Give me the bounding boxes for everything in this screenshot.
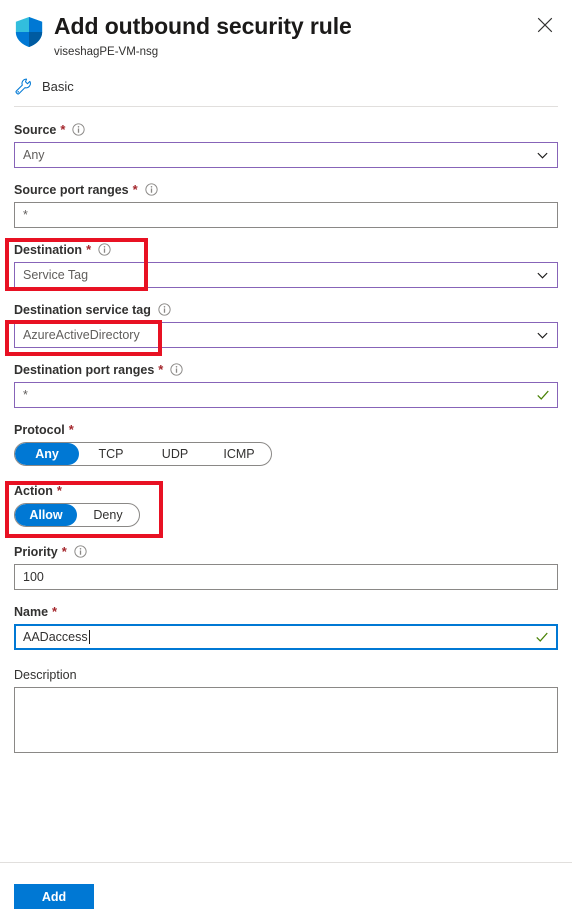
protocol-option-udp[interactable]: UDP [143, 443, 207, 465]
required-marker: * [68, 421, 74, 437]
chevron-down-icon [536, 329, 549, 342]
required-marker: * [132, 181, 138, 197]
page-subtitle: viseshagPE-VM-nsg [54, 46, 159, 58]
info-icon[interactable] [158, 303, 171, 316]
source-port-ranges-label-row: Source port ranges * [14, 181, 558, 198]
required-marker: * [60, 121, 66, 137]
required-marker: * [86, 241, 92, 257]
title-row: Add outbound security rule viseshagPE-VM… [14, 12, 558, 59]
title-block: Add outbound security rule viseshagPE-VM… [54, 12, 352, 59]
destination-dropdown[interactable]: Service Tag [14, 262, 558, 288]
destination-port-ranges-label-row: Destination port ranges * [14, 361, 558, 378]
checkmark-icon [536, 388, 550, 402]
source-port-ranges-input[interactable]: * [14, 202, 558, 228]
source-value: Any [23, 148, 45, 162]
add-button[interactable]: Add [14, 884, 94, 909]
source-port-ranges-value: * [23, 208, 28, 222]
required-marker: * [158, 361, 164, 377]
destination-port-ranges-input[interactable]: * [14, 382, 558, 408]
name-label-row: Name * [14, 603, 558, 620]
destination-label: Destination [14, 242, 83, 257]
source-port-ranges-label: Source port ranges [14, 182, 129, 197]
footer-divider [0, 862, 572, 863]
field-destination-port-ranges: Destination port ranges * * [14, 361, 558, 408]
priority-label-row: Priority * [14, 543, 558, 560]
field-priority: Priority * 100 [14, 543, 558, 590]
destination-service-tag-value: AzureActiveDirectory [23, 328, 140, 342]
info-icon[interactable] [98, 243, 111, 256]
priority-input[interactable]: 100 [14, 564, 558, 590]
chevron-down-icon [536, 269, 549, 282]
destination-service-tag-label-row: Destination service tag [14, 301, 558, 318]
protocol-option-tcp[interactable]: TCP [79, 443, 143, 465]
source-label: Source [14, 122, 57, 137]
info-icon[interactable] [170, 363, 183, 376]
required-marker: * [52, 603, 58, 619]
info-icon[interactable] [72, 123, 86, 136]
description-label: Description [14, 667, 77, 682]
destination-value: Service Tag [23, 268, 89, 282]
protocol-label-row: Protocol * [14, 421, 558, 438]
field-source: Source * Any [14, 121, 558, 168]
field-protocol: Protocol * Any TCP UDP ICMP [14, 421, 558, 466]
name-label: Name [14, 604, 49, 619]
destination-service-tag-dropdown[interactable]: AzureActiveDirectory [14, 322, 558, 348]
close-button[interactable] [532, 12, 558, 38]
info-icon[interactable] [145, 183, 158, 196]
source-label-row: Source * [14, 121, 558, 138]
name-input[interactable]: AADaccess [14, 624, 558, 650]
info-icon[interactable] [74, 545, 87, 558]
checkmark-icon [535, 630, 549, 644]
priority-label: Priority [14, 544, 58, 559]
action-option-allow[interactable]: Allow [15, 504, 77, 526]
destination-port-ranges-value: * [23, 388, 28, 402]
page-title: Add outbound security rule [54, 13, 352, 39]
action-label: Action [14, 483, 53, 498]
protocol-option-any[interactable]: Any [15, 443, 79, 465]
basic-tab[interactable]: Basic [14, 75, 100, 97]
action-label-row: Action * [14, 482, 558, 499]
field-destination: Destination * Service Tag [14, 241, 558, 288]
priority-value: 100 [23, 570, 44, 584]
close-icon [537, 17, 553, 33]
description-textarea[interactable] [14, 687, 558, 753]
security-rule-form: Source * Any Source port ranges * * Dest… [0, 121, 572, 753]
name-value: AADaccess [23, 630, 88, 644]
field-name: Name * AADaccess [14, 603, 558, 650]
field-source-port-ranges: Source port ranges * * [14, 181, 558, 228]
destination-service-tag-label: Destination service tag [14, 302, 151, 317]
panel-header: Add outbound security rule viseshagPE-VM… [0, 0, 572, 59]
protocol-option-icmp[interactable]: ICMP [207, 443, 271, 465]
field-action: Action * Allow Deny [14, 482, 558, 527]
chevron-down-icon [536, 149, 549, 162]
required-marker: * [56, 482, 62, 498]
text-caret [88, 630, 90, 644]
destination-label-row: Destination * [14, 241, 558, 258]
description-label-row: Description [14, 666, 558, 683]
action-segmented-control[interactable]: Allow Deny [14, 503, 140, 527]
shield-icon [14, 16, 44, 48]
destination-port-ranges-label: Destination port ranges [14, 362, 155, 377]
basic-tab-label: Basic [42, 78, 74, 94]
required-marker: * [61, 543, 67, 559]
action-option-deny[interactable]: Deny [77, 504, 139, 526]
protocol-segmented-control[interactable]: Any TCP UDP ICMP [14, 442, 272, 466]
protocol-label: Protocol [14, 422, 65, 437]
header-divider [14, 106, 558, 107]
field-destination-service-tag: Destination service tag AzureActiveDirec… [14, 301, 558, 348]
field-description: Description [14, 666, 558, 753]
wrench-icon [14, 77, 33, 96]
source-dropdown[interactable]: Any [14, 142, 558, 168]
